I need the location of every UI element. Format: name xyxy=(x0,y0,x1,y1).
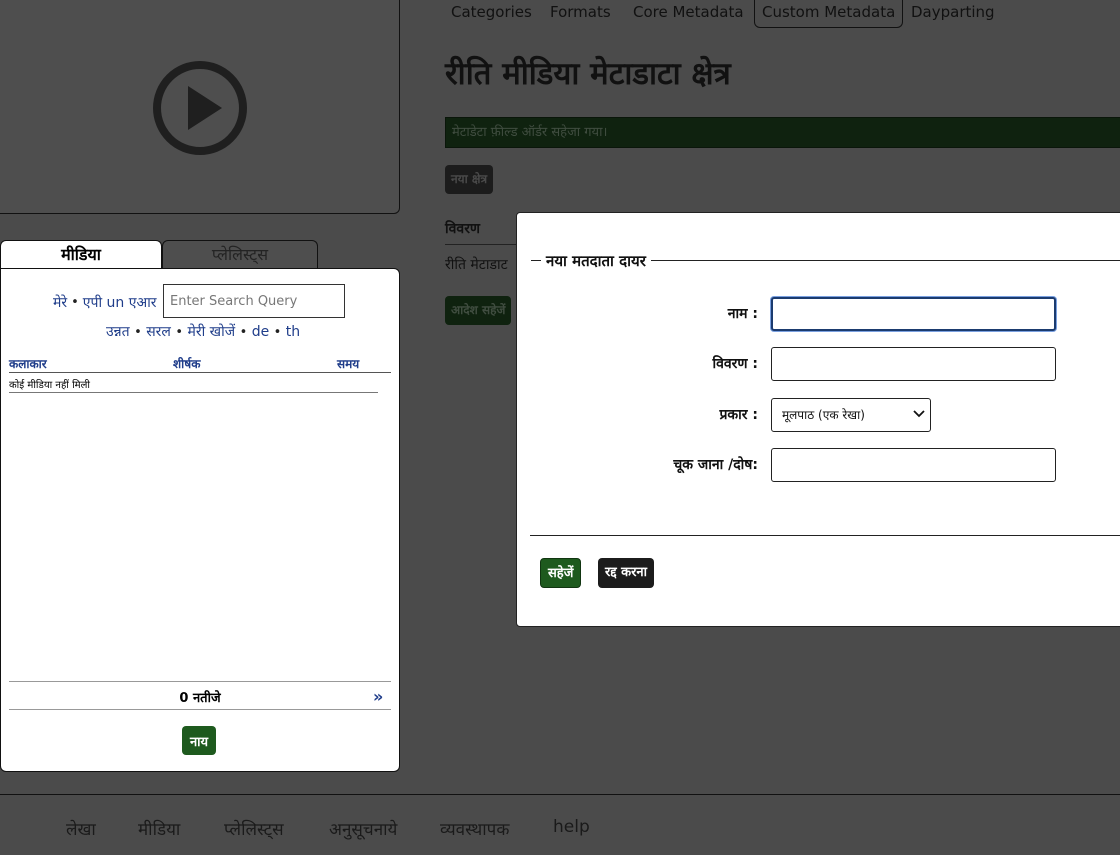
play-icon[interactable] xyxy=(152,60,248,156)
search-filter-links: मेरे • एपी un एआर xyxy=(53,285,157,319)
divider xyxy=(9,709,391,710)
tab-formats[interactable]: Formats xyxy=(550,0,611,28)
name-label: नाम : xyxy=(727,306,758,322)
cancel-button[interactable]: रद्द करना xyxy=(598,558,655,588)
divider xyxy=(9,372,391,373)
search-mode-links: उन्नत • सरल • मेरी खोजें • de • th xyxy=(106,322,300,341)
description-field[interactable] xyxy=(771,347,1056,381)
separator: • xyxy=(175,325,184,340)
metadata-row-description: रीति मेटाडाट xyxy=(445,257,508,273)
description-column-header: विवरण xyxy=(445,221,481,237)
tab-core-metadata[interactable]: Core Metadata xyxy=(633,0,744,28)
search-input[interactable] xyxy=(163,284,345,318)
footer-help-link[interactable]: help xyxy=(553,817,590,837)
save-button[interactable]: सहेजें xyxy=(540,558,582,588)
double-chevron-right-icon[interactable]: » xyxy=(373,687,383,706)
footer-schedules-link[interactable]: अनुसूचनाये xyxy=(329,817,397,840)
th-link[interactable]: th xyxy=(286,324,300,340)
footer-account-link[interactable]: लेखा xyxy=(66,817,96,840)
column-header-title[interactable]: शीर्षक xyxy=(173,355,200,372)
my-media-link[interactable]: मेरे xyxy=(53,293,67,312)
tab-categories[interactable]: Categories xyxy=(451,0,532,28)
de-link[interactable]: de xyxy=(252,324,270,340)
type-label: प्रकार : xyxy=(719,407,758,423)
divider xyxy=(9,392,378,393)
page-title: रीति मीडिया मेटाडाटा क्षेत्र xyxy=(445,56,731,92)
type-select-value: मूलपाठ (एक रेखा) xyxy=(782,408,865,422)
footer-playlists-link[interactable]: प्लेलिस्ट्स xyxy=(224,817,284,840)
divider xyxy=(445,244,520,245)
divider xyxy=(9,681,391,682)
separator: • xyxy=(273,325,282,340)
tab-playlists[interactable]: प्लेलिस्ट्स xyxy=(162,240,318,268)
divider xyxy=(530,535,1120,536)
tab-dayparting[interactable]: Dayparting xyxy=(911,0,995,28)
save-order-button[interactable]: आदेश सहेजें xyxy=(445,296,512,325)
column-header-time[interactable]: समय xyxy=(337,355,359,372)
dialog-legend: नया मतदाता दायर xyxy=(541,251,651,271)
simple-search-link[interactable]: सरल xyxy=(146,324,171,340)
separator: • xyxy=(71,294,79,310)
footer-admin-link[interactable]: व्यवस्थापक xyxy=(440,817,509,840)
results-count: 0 नतीजे xyxy=(179,691,221,706)
name-field[interactable] xyxy=(771,297,1056,331)
chevron-down-icon xyxy=(913,410,925,418)
success-message: मेटाडेटा फ़ील्ड ऑर्डर सहेजा गया। xyxy=(445,117,1120,148)
empty-results-message: कोई मीडिया नहीं मिली xyxy=(9,380,91,391)
separator: • xyxy=(239,325,248,340)
footer-divider xyxy=(0,794,1120,795)
my-searches-link[interactable]: मेरी खोजें xyxy=(187,324,235,340)
type-select[interactable]: मूलपाठ (एक रेखा) xyxy=(771,398,931,432)
tab-media[interactable]: मीडिया xyxy=(0,240,162,269)
column-header-artist[interactable]: कलाकार xyxy=(9,355,47,372)
tab-custom-metadata[interactable]: Custom Metadata xyxy=(754,0,904,28)
new-media-button[interactable]: नाय xyxy=(182,726,216,755)
new-field-button[interactable]: नया क्षेत्र xyxy=(445,165,494,194)
default-label: चूक जाना /दोष: xyxy=(673,457,758,473)
unaired-link[interactable]: एपी un एआर xyxy=(83,293,157,312)
description-label: विवरण : xyxy=(712,356,758,372)
default-field[interactable] xyxy=(771,448,1056,482)
advanced-search-link[interactable]: उन्नत xyxy=(106,324,130,340)
separator: • xyxy=(134,325,142,340)
footer-media-link[interactable]: मीडिया xyxy=(138,817,180,840)
